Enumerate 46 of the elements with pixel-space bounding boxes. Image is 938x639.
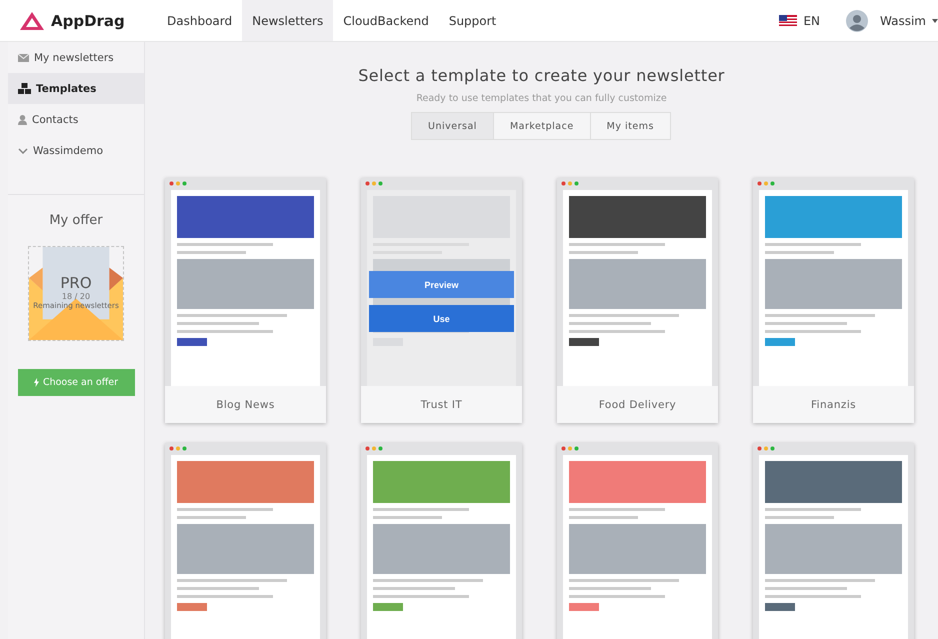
nav-tab[interactable]: Newsletters	[242, 0, 334, 41]
window-dots-icon	[365, 446, 385, 451]
user-icon	[18, 114, 27, 124]
window-dots-icon	[169, 181, 189, 186]
nav-tab[interactable]: CloudBackend	[333, 0, 439, 41]
template-card[interactable]: Blog News	[165, 178, 326, 423]
chevron-down-icon	[18, 148, 28, 154]
nav-tab[interactable]: Dashboard	[157, 0, 242, 41]
cubes-icon	[18, 83, 31, 94]
logo-icon	[19, 10, 45, 30]
avatar-icon[interactable]	[846, 10, 868, 32]
envelope-icon	[18, 54, 29, 62]
lightning-icon	[34, 378, 39, 387]
category-tab[interactable]: Universal	[411, 112, 494, 140]
nav-tab[interactable]: Support	[438, 0, 506, 41]
template-name: Trust IT	[361, 386, 522, 423]
template-name: Finanzis	[753, 386, 914, 423]
page-subtitle: Ready to use templates that you can fully customize	[416, 93, 667, 104]
template-name: Food Delivery	[557, 386, 718, 423]
template-name: Blog News	[165, 386, 326, 423]
offer-title: My offer	[49, 213, 103, 228]
sidebar-item[interactable]: Wassimdemo	[8, 135, 144, 166]
window-dots-icon	[365, 181, 385, 186]
page-title: Select a template to create your newsletter	[358, 66, 725, 85]
template-card[interactable]: Preview Use Trust IT	[361, 178, 522, 423]
logo-text: AppDrag	[51, 12, 125, 30]
window-dots-icon	[757, 446, 777, 451]
category-tab[interactable]: Marketplace	[492, 112, 591, 140]
template-card[interactable]: Food Delivery	[557, 178, 718, 423]
window-dots-icon	[561, 181, 581, 186]
flag-icon	[779, 15, 798, 26]
window-dots-icon	[757, 181, 777, 186]
template-action-button[interactable]: Preview	[369, 271, 514, 298]
language-label[interactable]: EN	[803, 14, 820, 28]
sidebar-item[interactable]: Contacts	[8, 104, 144, 135]
sidebar-item[interactable]: My newsletters	[8, 42, 144, 73]
newsletter-count: 18 / 20	[62, 292, 90, 300]
sidebar-item[interactable]: Templates	[8, 73, 144, 104]
user-name[interactable]: Wassim	[880, 14, 926, 28]
window-dots-icon	[169, 446, 189, 451]
template-card[interactable]: Finanzis	[753, 178, 914, 423]
plan-name: PRO	[60, 274, 92, 292]
category-tab[interactable]: My items	[590, 112, 671, 140]
window-dots-icon	[561, 446, 581, 451]
template-action-button[interactable]: Use	[369, 305, 514, 332]
caret-icon[interactable]	[932, 18, 938, 22]
